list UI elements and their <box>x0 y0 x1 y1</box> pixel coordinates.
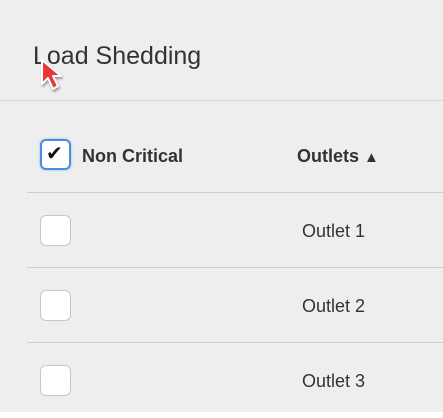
outlets-column-header[interactable]: Outlets ▲ <box>297 145 379 169</box>
mouse-pointer-icon <box>41 59 62 90</box>
table-row: Outlet 2 <box>27 268 443 343</box>
table-row: Outlet 1 <box>27 193 443 268</box>
outlets-table: ✔ Non Critical Outlets ▲ Outlet 1 Outlet… <box>27 101 443 418</box>
non-critical-column-header[interactable]: Non Critical <box>82 145 183 167</box>
select-all-non-critical-checkbox[interactable]: ✔ <box>40 139 71 170</box>
sort-ascending-icon: ▲ <box>364 149 379 166</box>
outlet-name: Outlet 2 <box>302 296 366 316</box>
load-shedding-panel: Load Shedding ✔ Non Critical Outlets ▲ O… <box>0 0 443 412</box>
table-row: Outlet 3 <box>27 343 443 418</box>
outlet-1-non-critical-checkbox[interactable] <box>40 215 71 246</box>
table-header-row: ✔ Non Critical Outlets ▲ <box>27 101 443 193</box>
checkmark-icon: ✔ <box>46 141 63 165</box>
outlet-name: Outlet 3 <box>302 371 366 391</box>
outlet-2-non-critical-checkbox[interactable] <box>40 290 71 321</box>
outlets-header-label: Outlets <box>297 146 360 166</box>
outlet-name: Outlet 1 <box>302 221 366 241</box>
outlet-3-non-critical-checkbox[interactable] <box>40 365 71 396</box>
